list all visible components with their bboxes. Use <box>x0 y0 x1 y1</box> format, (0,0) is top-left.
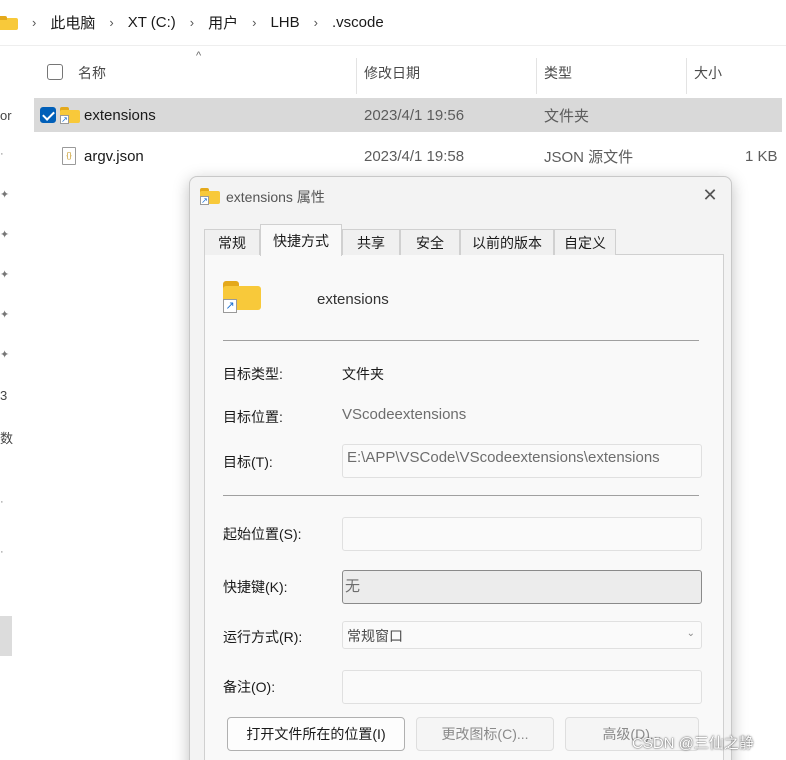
column-divider[interactable] <box>686 58 687 94</box>
chevron-down-icon: ⌄ <box>686 628 695 639</box>
chevron-right-icon[interactable]: › <box>190 15 194 30</box>
select-all-checkbox[interactable] <box>47 64 63 80</box>
nav-dot-icon: · <box>0 148 4 160</box>
properties-dialog: ↗ extensions 属性 ✕ 常规 快捷方式 共享 安全 以前的版本 自定… <box>189 176 732 760</box>
shortcut-panel: ↗ extensions 目标类型: 文件夹 目标位置: VScodeexten… <box>204 255 724 760</box>
chevron-right-icon[interactable]: › <box>314 15 318 30</box>
change-icon-button[interactable]: 更改图标(C)... <box>416 717 554 751</box>
start-in-label: 起始位置(S): <box>223 526 302 542</box>
pin-icon: ✦ <box>0 309 10 321</box>
column-header-size[interactable]: 大小 <box>694 56 722 90</box>
pin-icon: ✦ <box>0 189 10 201</box>
chevron-right-icon[interactable]: › <box>252 15 256 30</box>
target-type-value: 文件夹 <box>342 366 384 382</box>
column-divider[interactable] <box>536 58 537 94</box>
address-bar[interactable]: › 此电脑 › XT (C:) › 用户 › LHB › .vscode <box>0 0 786 46</box>
breadcrumb-users[interactable]: 用户 <box>208 12 238 33</box>
dialog-title: extensions 属性 <box>226 189 325 205</box>
tab-bar: 常规 快捷方式 共享 安全 以前的版本 自定义 <box>204 224 724 256</box>
nav-dot-icon: · <box>0 496 4 508</box>
breadcrumb-user[interactable]: LHB <box>270 14 299 31</box>
file-type: 文件夹 <box>544 107 590 125</box>
breadcrumb-this-pc[interactable]: 此电脑 <box>50 12 95 33</box>
target-location-value: VScodeextensions <box>342 406 467 423</box>
target-location-label: 目标位置: <box>223 409 283 425</box>
file-row-argv[interactable]: {} argv.json 2023/4/1 19:58 JSON 源文件 1 K… <box>34 139 782 173</box>
tab-previous-versions[interactable]: 以前的版本 <box>460 229 554 255</box>
file-row-extensions[interactable]: ↗ extensions 2023/4/1 19:56 文件夹 <box>34 98 782 132</box>
folder-icon <box>0 15 18 30</box>
file-size: 1 KB <box>745 147 778 165</box>
nav-item-fragment[interactable]: 3 <box>0 388 7 403</box>
dialog-title-bar[interactable]: ↗ extensions 属性 ✕ <box>190 177 731 215</box>
chevron-right-icon[interactable]: › <box>32 15 36 30</box>
tab-general[interactable]: 常规 <box>204 229 260 255</box>
file-type: JSON 源文件 <box>544 148 634 166</box>
target-type-label: 目标类型: <box>223 366 283 382</box>
file-name[interactable]: argv.json <box>84 139 144 173</box>
tab-security[interactable]: 安全 <box>400 229 460 255</box>
nav-item-selected[interactable] <box>0 616 12 656</box>
tab-shortcut[interactable]: 快捷方式 <box>260 224 342 256</box>
run-select[interactable]: 常规窗口 ⌄ <box>342 621 702 649</box>
breadcrumb-vscode[interactable]: .vscode <box>332 14 384 31</box>
divider <box>223 495 699 496</box>
file-modified: 2023/4/1 19:56 <box>364 106 465 124</box>
folder-shortcut-icon: ↗ <box>200 188 220 205</box>
close-icon[interactable]: ✕ <box>701 185 719 206</box>
column-header-type[interactable]: 类型 <box>544 56 572 90</box>
open-file-location-button[interactable]: 打开文件所在的位置(I) <box>227 717 405 751</box>
screen: › 此电脑 › XT (C:) › 用户 › LHB › .vscode or … <box>0 0 786 760</box>
tab-sharing[interactable]: 共享 <box>342 229 400 255</box>
column-header-name[interactable]: 名称 <box>78 56 106 90</box>
breadcrumb-drive[interactable]: XT (C:) <box>128 14 176 31</box>
divider <box>223 340 699 341</box>
column-divider[interactable] <box>356 58 357 94</box>
run-select-value: 常规窗口 <box>347 628 403 644</box>
hotkey-label: 快捷键(K): <box>223 579 288 595</box>
target-label: 目标(T): <box>223 454 273 470</box>
watermark: CSDN @三仙之静 <box>632 735 754 752</box>
folder-shortcut-icon: ↗ <box>60 107 80 124</box>
nav-item-fragment[interactable]: 数 <box>0 428 13 447</box>
start-in-field[interactable] <box>342 517 702 551</box>
comment-field[interactable] <box>342 670 702 704</box>
tab-customize[interactable]: 自定义 <box>554 229 616 255</box>
pin-icon: ✦ <box>0 349 10 361</box>
target-field[interactable]: E:\APP\VSCode\VScodeextensions\extension… <box>342 444 702 478</box>
sort-ascending-icon: ^ <box>196 50 202 62</box>
hotkey-field[interactable]: 无 <box>342 570 702 604</box>
nav-item-fragment[interactable]: or <box>0 108 12 123</box>
json-file-icon: {} <box>62 147 76 165</box>
row-checkbox[interactable] <box>40 107 56 123</box>
run-label: 运行方式(R): <box>223 629 303 645</box>
navigation-pane: or · ✦ ✦ ✦ ✦ ✦ 3 数 · · <box>0 46 14 760</box>
file-name[interactable]: extensions <box>84 98 156 132</box>
pin-icon: ✦ <box>0 229 10 241</box>
column-header-modified[interactable]: 修改日期 <box>364 56 420 90</box>
chevron-right-icon[interactable]: › <box>109 15 113 30</box>
file-modified: 2023/4/1 19:58 <box>364 147 465 165</box>
pin-icon: ✦ <box>0 269 10 281</box>
folder-shortcut-icon: ↗ <box>223 281 261 313</box>
comment-label: 备注(O): <box>223 679 276 695</box>
shortcut-name: extensions <box>317 291 389 308</box>
nav-dot-icon: · <box>0 546 4 558</box>
